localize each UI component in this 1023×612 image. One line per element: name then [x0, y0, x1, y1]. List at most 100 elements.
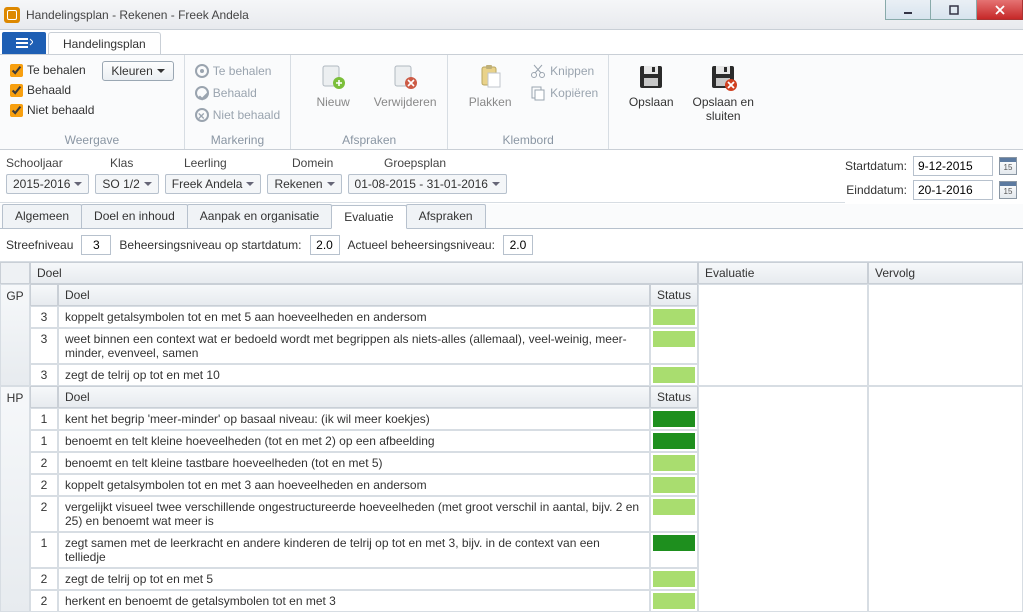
ribbon-group-weergave-label: Weergave: [10, 131, 174, 147]
table-row[interactable]: 1zegt samen met de leerkracht en andere …: [30, 532, 698, 568]
row-doel: benoemt en telt kleine tastbare hoeveelh…: [58, 452, 650, 474]
kleuren-button[interactable]: Kleuren: [102, 61, 173, 81]
col-header-vervolg[interactable]: Vervolg: [868, 262, 1023, 284]
calendar-icon[interactable]: [999, 157, 1017, 175]
table-row[interactable]: 1benoemt en telt kleine hoeveelheden (to…: [30, 430, 698, 452]
ribbon-group-markering-label: Markering: [195, 131, 280, 147]
einddatum-label: Einddatum:: [846, 183, 907, 197]
mark-behaald-label: Behaald: [213, 83, 257, 103]
kopieren-label: Kopiëren: [550, 83, 598, 103]
row-status: [650, 306, 698, 328]
title-bar: Handelingsplan - Rekenen - Freek Andela: [0, 0, 1023, 30]
status-swatch: [653, 535, 695, 551]
inner-col-num: [30, 284, 58, 306]
opslaan-button[interactable]: Opslaan: [619, 61, 683, 109]
beheersing-start-input[interactable]: [310, 235, 340, 255]
table-row[interactable]: 2koppelt getalsymbolen tot en met 3 aan …: [30, 474, 698, 496]
inner-col-status[interactable]: Status: [650, 284, 698, 306]
opslaan-sluiten-button[interactable]: Opslaan en sluiten: [691, 61, 755, 123]
status-swatch: [653, 477, 695, 493]
status-swatch: [653, 455, 695, 471]
table-row[interactable]: 3weet binnen een context wat er bedoeld …: [30, 328, 698, 364]
streefniveau-input[interactable]: [81, 235, 111, 255]
quick-access-menu[interactable]: [2, 32, 46, 54]
status-swatch: [653, 499, 695, 515]
beheersing-actueel-label: Actueel beheersingsniveau:: [348, 238, 495, 252]
startdatum-input[interactable]: [913, 156, 993, 176]
table-row[interactable]: 2benoemt en telt kleine tastbare hoeveel…: [30, 452, 698, 474]
tab-doel-inhoud[interactable]: Doel en inhoud: [81, 204, 188, 228]
table-row[interactable]: 2zegt de telrij op tot en met 5: [30, 568, 698, 590]
minimize-button[interactable]: [885, 0, 931, 20]
row-status: [650, 590, 698, 612]
dropdown-groepsplan[interactable]: 01-08-2015 - 31-01-2016: [348, 174, 507, 194]
row-status: [650, 328, 698, 364]
row-num: 1: [30, 430, 58, 452]
dropdown-leerling-value: Freek Andela: [172, 177, 243, 191]
verwijderen-button: Verwijderen: [373, 61, 437, 109]
check-te-behalen[interactable]: Te behalen: [10, 61, 94, 79]
row-doel: kent het begrip 'meer-minder' op basaal …: [58, 408, 650, 430]
inner-col-status[interactable]: Status: [650, 386, 698, 408]
col-header-doel[interactable]: Doel: [30, 262, 698, 284]
status-swatch: [653, 571, 695, 587]
mark-behaald: Behaald: [195, 83, 280, 103]
status-swatch: [653, 309, 695, 325]
tab-handelingsplan-label: Handelingsplan: [63, 37, 146, 51]
table-row[interactable]: 2vergelijkt visueel twee verschillende o…: [30, 496, 698, 532]
tab-algemeen[interactable]: Algemeen: [2, 204, 82, 228]
row-doel: vergelijkt visueel twee verschillende on…: [58, 496, 650, 532]
maximize-button[interactable]: [931, 0, 977, 20]
check-niet-behaald[interactable]: Niet behaald: [10, 101, 94, 119]
inner-col-doel[interactable]: Doel: [58, 386, 650, 408]
tab-afspraken[interactable]: Afspraken: [406, 204, 486, 228]
vervolg-cell[interactable]: [868, 284, 1023, 386]
beheersing-actueel-input[interactable]: [503, 235, 533, 255]
table-row[interactable]: 1kent het begrip 'meer-minder' op basaal…: [30, 408, 698, 430]
verwijderen-label: Verwijderen: [374, 95, 437, 109]
inner-col-num: [30, 386, 58, 408]
close-button[interactable]: [977, 0, 1023, 20]
einddatum-input[interactable]: [913, 180, 993, 200]
table-row[interactable]: 2herkent en benoemt de getalsymbolen tot…: [30, 590, 698, 612]
tab-evaluatie[interactable]: Evaluatie: [331, 205, 406, 229]
table-row[interactable]: 3koppelt getalsymbolen tot en met 5 aan …: [30, 306, 698, 328]
clipboard-icon: [474, 61, 506, 93]
check-niet-behaald-box[interactable]: [10, 104, 23, 117]
dropdown-schooljaar[interactable]: 2015-2016: [6, 174, 89, 194]
tab-aanpak[interactable]: Aanpak en organisatie: [187, 204, 332, 228]
status-swatch: [653, 367, 695, 383]
calendar-icon[interactable]: [999, 181, 1017, 199]
tab-handelingsplan[interactable]: Handelingsplan: [48, 32, 161, 54]
dropdown-domein-value: Rekenen: [274, 177, 322, 191]
einddatum-row: Einddatum:: [845, 180, 1017, 200]
check-behaald[interactable]: Behaald: [10, 81, 94, 99]
evaluatie-cell[interactable]: [698, 386, 868, 612]
opslaan-label: Opslaan: [629, 95, 674, 109]
col-header-evaluatie[interactable]: Evaluatie: [698, 262, 868, 284]
ribbon-group-weergave: Te behalen Behaald Niet behaald Kleuren …: [0, 55, 185, 149]
save-icon: [635, 61, 667, 93]
row-num: 1: [30, 532, 58, 568]
tab-aanpak-label: Aanpak en organisatie: [200, 209, 319, 223]
tab-afspraken-label: Afspraken: [419, 209, 473, 223]
tab-evaluatie-label: Evaluatie: [344, 210, 393, 224]
vervolg-cell[interactable]: [868, 386, 1023, 612]
nieuw-button: Nieuw: [301, 61, 365, 109]
document-add-icon: [317, 61, 349, 93]
check-te-behalen-box[interactable]: [10, 64, 23, 77]
dropdown-klas[interactable]: SO 1/2: [95, 174, 158, 194]
dropdown-domein[interactable]: Rekenen: [267, 174, 341, 194]
ribbon: Te behalen Behaald Niet behaald Kleuren …: [0, 54, 1023, 150]
table-row[interactable]: 3zegt de telrij op tot en met 10: [30, 364, 698, 386]
filter-row: 2015-2016 SO 1/2 Freek Andela Rekenen 01…: [0, 170, 845, 203]
kleuren-label: Kleuren: [111, 64, 152, 78]
evaluatie-cell[interactable]: [698, 284, 868, 386]
row-doel: koppelt getalsymbolen tot en met 5 aan h…: [58, 306, 650, 328]
check-behaald-box[interactable]: [10, 84, 23, 97]
dropdown-leerling[interactable]: Freek Andela: [165, 174, 262, 194]
plakken-label: Plakken: [469, 95, 512, 109]
dropdown-schooljaar-value: 2015-2016: [13, 177, 70, 191]
inner-col-doel[interactable]: Doel: [58, 284, 650, 306]
ribbon-group-afspraken: Nieuw Verwijderen Afspraken: [291, 55, 448, 149]
